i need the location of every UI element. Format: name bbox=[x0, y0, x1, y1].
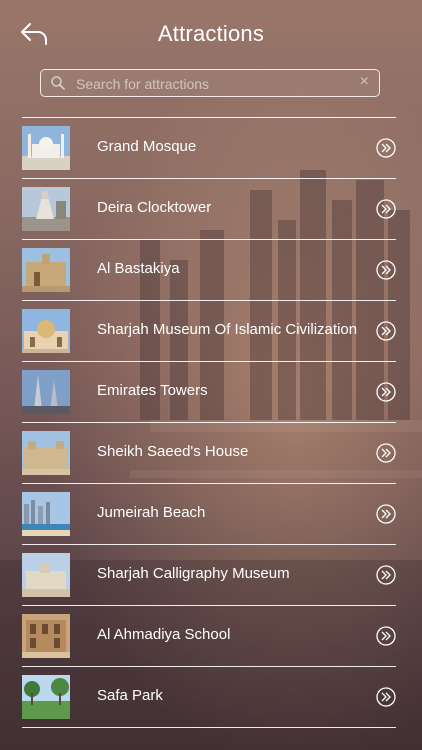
list-item[interactable]: Jumeirah Beach bbox=[22, 484, 396, 544]
chevron-right-icon[interactable] bbox=[376, 199, 396, 219]
attractions-list: Grand Mosque Deira Clocktower Al Bastaki… bbox=[22, 117, 396, 728]
list-item[interactable]: Safa Park bbox=[22, 667, 396, 727]
clear-icon[interactable]: × bbox=[360, 73, 369, 91]
item-label: Deira Clocktower bbox=[97, 199, 212, 216]
chevron-right-icon[interactable] bbox=[376, 260, 396, 280]
list-item[interactable]: Sharjah Museum Of Islamic Civilization bbox=[22, 301, 396, 361]
chevron-right-icon[interactable] bbox=[376, 565, 396, 585]
thumbnail-image bbox=[22, 431, 70, 475]
search-icon bbox=[51, 76, 65, 90]
item-label: Al Bastakiya bbox=[97, 260, 180, 277]
chevron-right-icon[interactable] bbox=[376, 687, 396, 707]
chevron-right-icon[interactable] bbox=[376, 626, 396, 646]
thumbnail-image bbox=[22, 553, 70, 597]
list-item[interactable]: Al Bastakiya bbox=[22, 240, 396, 300]
nav-bar: Attractions bbox=[0, 0, 422, 68]
item-label: Emirates Towers bbox=[97, 382, 208, 399]
chevron-right-icon[interactable] bbox=[376, 382, 396, 402]
item-label: Safa Park bbox=[97, 687, 163, 704]
list-item[interactable]: Emirates Towers bbox=[22, 362, 396, 422]
list-item[interactable]: Deira Clocktower bbox=[22, 179, 396, 239]
thumbnail-image bbox=[22, 248, 70, 292]
item-label: Sheikh Saeed's House bbox=[97, 443, 249, 460]
list-item[interactable]: Sharjah Calligraphy Museum bbox=[22, 545, 396, 605]
list-item[interactable]: Sheikh Saeed's House bbox=[22, 423, 396, 483]
list-item[interactable]: Al Ahmadiya School bbox=[22, 606, 396, 666]
search-input[interactable] bbox=[74, 73, 348, 95]
item-label: Al Ahmadiya School bbox=[97, 626, 231, 643]
thumbnail-image bbox=[22, 309, 70, 353]
item-label: Sharjah Museum Of Islamic Civilization bbox=[97, 321, 358, 338]
thumbnail-image bbox=[22, 675, 70, 719]
divider bbox=[22, 727, 396, 728]
thumbnail-image bbox=[22, 370, 70, 414]
chevron-right-icon[interactable] bbox=[376, 138, 396, 158]
item-label: Grand Mosque bbox=[97, 138, 197, 155]
thumbnail-image bbox=[22, 187, 70, 231]
chevron-right-icon[interactable] bbox=[376, 443, 396, 463]
thumbnail-image bbox=[22, 614, 70, 658]
search-bar[interactable]: × bbox=[40, 69, 380, 97]
item-label: Sharjah Calligraphy Museum bbox=[97, 565, 290, 582]
list-item[interactable]: Grand Mosque bbox=[22, 118, 396, 178]
item-label: Jumeirah Beach bbox=[97, 504, 206, 521]
thumbnail-image bbox=[22, 492, 70, 536]
page-title: Attractions bbox=[157, 21, 265, 46]
chevron-right-icon[interactable] bbox=[376, 321, 396, 341]
thumbnail-image bbox=[22, 126, 70, 170]
chevron-right-icon[interactable] bbox=[376, 504, 396, 524]
